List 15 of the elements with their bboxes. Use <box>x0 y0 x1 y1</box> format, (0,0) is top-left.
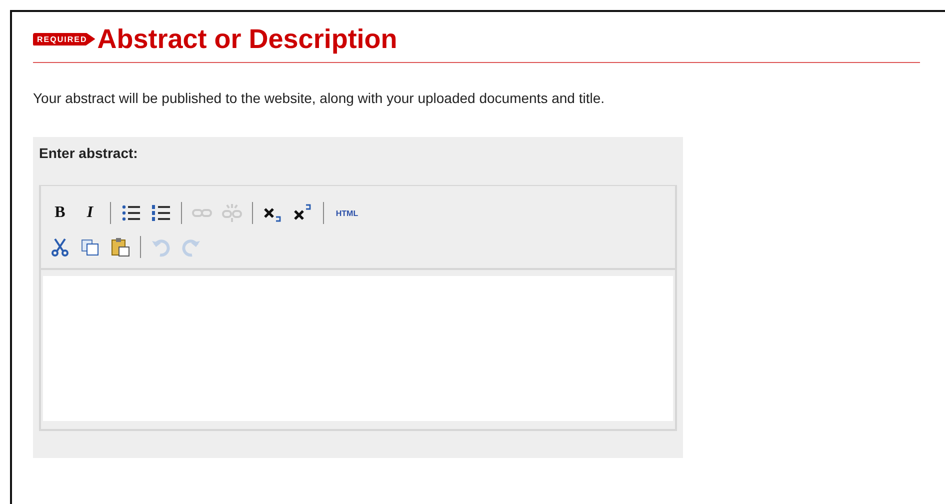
italic-button[interactable]: I <box>77 200 103 226</box>
copy-icon <box>80 237 100 257</box>
required-badge: REQUIRED <box>33 32 96 46</box>
scissors-icon <box>50 237 70 257</box>
field-label: Enter abstract: <box>39 145 139 161</box>
undo-icon <box>151 237 171 257</box>
intro-text: Your abstract will be published to the website, along with your uploaded documents and title. <box>33 89 606 107</box>
numbered-list-icon <box>151 203 171 223</box>
clipboard-icon <box>110 237 130 257</box>
broken-link-icon <box>222 203 242 223</box>
bulleted-list-icon <box>121 203 141 223</box>
redo-icon <box>181 237 201 257</box>
bold-button[interactable]: B <box>47 200 73 226</box>
section-title: Abstract or Description <box>97 24 398 54</box>
html-source-button[interactable]: HTML <box>331 200 363 226</box>
